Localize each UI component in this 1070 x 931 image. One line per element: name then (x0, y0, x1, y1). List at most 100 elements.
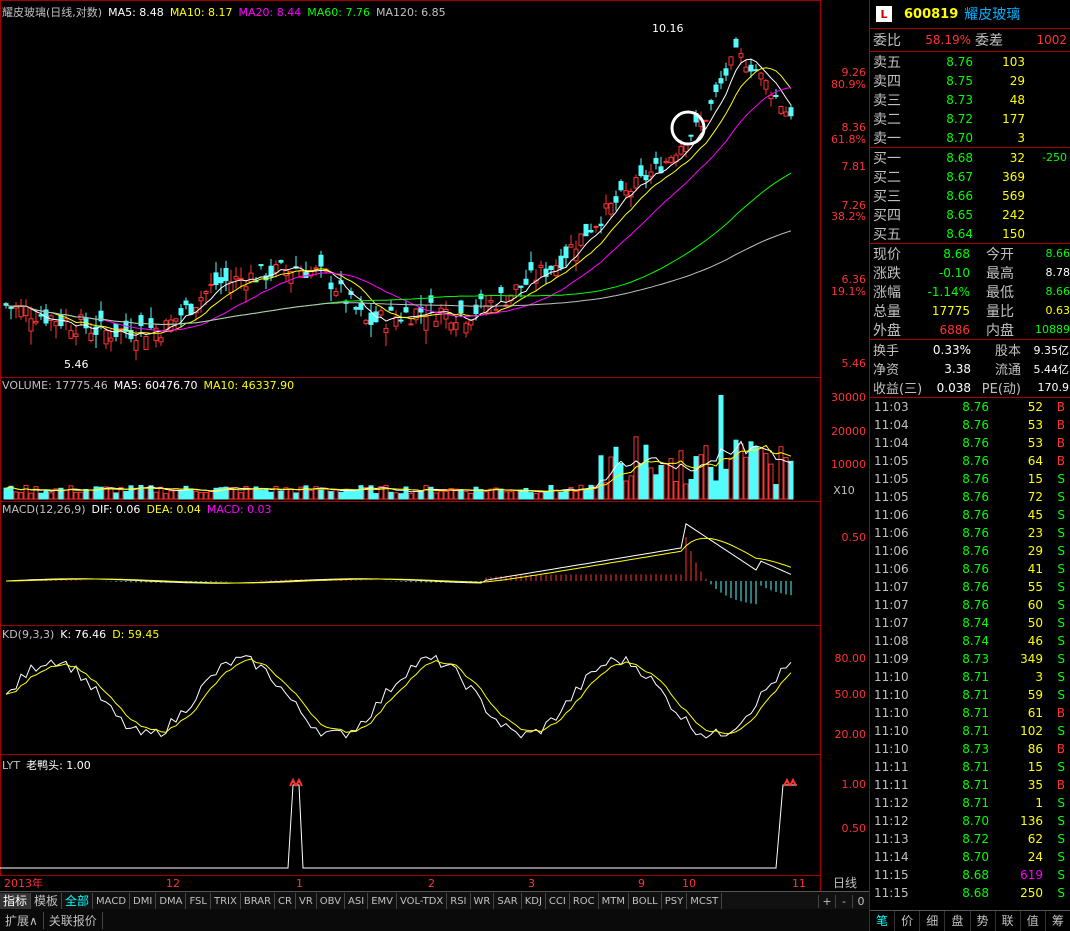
tab-control-button[interactable]: - (835, 894, 852, 908)
volume-bar (88, 489, 94, 500)
candle-body (88, 332, 94, 342)
quote-tab[interactable]: 值 (1021, 911, 1046, 931)
indicator-tab[interactable]: DMA (156, 892, 187, 910)
volume-bar (328, 491, 334, 500)
tick-time: 11:07 (874, 598, 909, 612)
indicator-tab[interactable]: RSI (447, 892, 471, 910)
quote-tab[interactable]: 价 (895, 911, 921, 931)
volume-bar (288, 488, 294, 500)
tick-list[interactable]: 11:03 8.76 52 B 11:04 8.76 53 B 11:04 8.76 53 B 11:0… (870, 398, 1070, 902)
candle-series (3, 37, 794, 361)
volume-bar (68, 485, 74, 500)
indicator-tab[interactable]: VOL-TDX (397, 892, 448, 910)
candle-body (143, 335, 149, 350)
indicator-tab[interactable]: MCST (687, 892, 723, 910)
indicator-tab[interactable]: VR (296, 892, 317, 910)
ask-row[interactable]: 卖一 8.70 3 (870, 128, 1070, 147)
stat-label: 今开 (986, 246, 1014, 263)
ask-row[interactable]: 卖五 8.76 103 (870, 52, 1070, 71)
tick-time: 11:04 (874, 436, 909, 450)
info-row: 净资 3.38 流通 5.44亿 (870, 359, 1070, 379)
tick-row: 11:14 8.70 24 S (870, 848, 1070, 866)
tick-price: 8.76 (962, 490, 989, 504)
tick-row: 11:10 8.71 59 S (870, 686, 1070, 704)
extension-button[interactable]: 扩展∧ (0, 911, 44, 929)
volume-bar (153, 491, 159, 500)
macd-dif-line (5, 522, 792, 584)
ask-row[interactable]: 卖二 8.72 177 (870, 109, 1070, 128)
bid-row[interactable]: 买四 8.65 242 (870, 205, 1070, 224)
indicator-tab[interactable]: DMI (130, 892, 157, 910)
volume-bar (708, 466, 714, 500)
volume-bar (423, 485, 429, 500)
ratio-label: 委比 (873, 33, 901, 49)
quote-tab[interactable]: 筹 (1046, 911, 1070, 931)
stat-row: 外盘 6886 内盘 10889 (870, 320, 1070, 339)
indicator-tab[interactable]: 指标 (0, 892, 32, 910)
tick-volume: 15 (1027, 472, 1043, 486)
kd-d: D: 59.45 (112, 628, 160, 641)
volume-tick-label: 10000 (831, 458, 866, 471)
tick-price: 8.74 (962, 616, 989, 630)
indicator-tab[interactable]: SAR (494, 892, 522, 910)
candle-body (773, 94, 779, 97)
indicator-tab[interactable]: MACD (93, 892, 131, 910)
bid-row[interactable]: 买五 8.64 150 (870, 224, 1070, 243)
bid-row[interactable]: 买三 8.66 569 (870, 186, 1070, 205)
indicator-tab[interactable]: FSL (186, 892, 211, 910)
indicator-tab[interactable]: WR (471, 892, 495, 910)
bid-label: 买三 (873, 188, 901, 205)
indicator-tab[interactable]: 全部 (62, 892, 94, 910)
indicator-tab[interactable]: MTM (599, 892, 630, 910)
indicator-tab[interactable]: ASI (345, 892, 369, 910)
tab-control-button[interactable]: 0 (852, 894, 869, 908)
candle-body (548, 265, 554, 270)
volume-header: VOLUME: 17775.46 MA5: 60476.70 MA10: 46337… (2, 379, 300, 392)
tab-controls: + -0 (818, 894, 869, 908)
indicator-tab[interactable]: CCI (546, 892, 570, 910)
candle-body (638, 165, 644, 177)
pane-border (0, 501, 821, 626)
quote-tab[interactable]: 笔 (870, 911, 896, 931)
candle-body (538, 264, 544, 268)
indicator-tab[interactable]: BRAR (241, 892, 276, 910)
volume-bar (628, 475, 634, 500)
ask-row[interactable]: 卖四 8.75 29 (870, 71, 1070, 90)
bid-row[interactable]: 买二 8.67 369 (870, 167, 1070, 186)
ask-row[interactable]: 卖三 8.73 48 (870, 90, 1070, 109)
quote-tab[interactable]: 联 (996, 911, 1021, 931)
candle-body (28, 318, 34, 332)
volume-bar (638, 463, 644, 500)
indicator-tab[interactable]: BOLL (629, 892, 662, 910)
volume-bar (18, 492, 24, 500)
quote-tab[interactable]: 势 (971, 911, 996, 931)
ask-price: 8.73 (946, 92, 973, 107)
indicator-tab[interactable]: KDJ (522, 892, 546, 910)
indicator-tab[interactable]: OBV (317, 892, 346, 910)
quote-tab[interactable]: 盘 (945, 911, 971, 931)
tick-price: 8.74 (962, 634, 989, 648)
kline-chart-area[interactable]: 9.268.367.817.266.365.4680.9%61.8%38.2%1… (0, 0, 869, 891)
order-ratio-row: 委比 58.19% 委差 1002 (870, 29, 1070, 52)
quote-tab[interactable]: 细 (920, 911, 946, 931)
indicator-tab[interactable]: EMV (368, 892, 397, 910)
indicator-tab[interactable]: ROC (570, 892, 599, 910)
highlight-circle-marker (670, 110, 706, 146)
lyt-tick-label: 0.50 (842, 822, 867, 835)
extension-button[interactable]: 关联报价 (44, 911, 103, 929)
stock-name: 耀皮玻璃 (964, 7, 1021, 23)
indicator-tab[interactable]: CR (275, 892, 296, 910)
tick-volume: 250 (1020, 886, 1043, 900)
indicator-tab[interactable]: PSY (662, 892, 688, 910)
bid-row[interactable]: 买一 8.68 32 -250 (870, 148, 1070, 167)
volume-bar (28, 492, 34, 500)
indicator-tab[interactable]: TRIX (211, 892, 241, 910)
tick-side: B (1056, 400, 1065, 414)
tick-time: 11:03 (874, 400, 909, 414)
pane-border (0, 754, 821, 876)
tab-control-button[interactable]: + (818, 894, 835, 908)
macd-panel (5, 522, 792, 605)
l2-logo-icon[interactable]: L (876, 6, 892, 22)
indicator-tab[interactable]: 模板 (31, 892, 63, 910)
candle-body (558, 255, 564, 269)
